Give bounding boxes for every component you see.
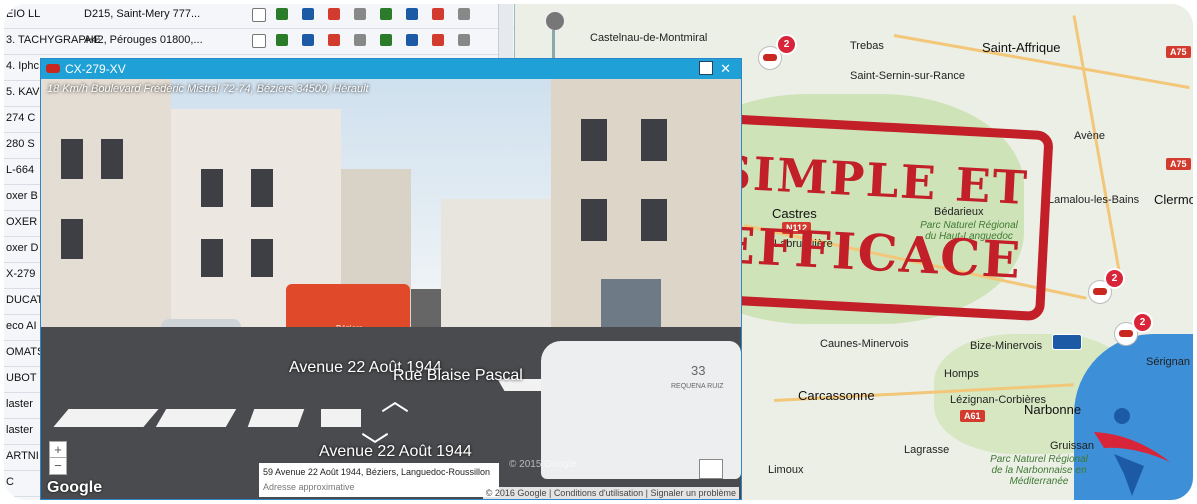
row-action-icon[interactable] — [276, 34, 288, 46]
place-label: Avène — [1074, 130, 1105, 142]
street-label-cross: Rue Blaise Pascal — [393, 367, 523, 384]
vehicle-name: oxer B — [6, 190, 38, 202]
brand-logo-icon — [1094, 408, 1170, 496]
place-label: Castelnau-de-Montmiral — [590, 32, 708, 44]
streetview-window: CX-279-XV ✕ Béziers — [40, 58, 742, 500]
row-checkbox[interactable] — [252, 8, 266, 22]
nav-arrow-forward-icon[interactable]: ︿ — [381, 379, 409, 419]
address-line: 59 Avenue 22 Août 1944, Béziers, Langued… — [263, 467, 490, 477]
vehicle-name: L-664 — [6, 164, 35, 176]
place-label: Caunes-Minervois — [820, 338, 909, 350]
vehicle-name: DUCAT — [6, 294, 44, 306]
vehicle-name: UBOT — [6, 372, 37, 384]
terms-link[interactable]: Conditions d'utilisation — [554, 488, 643, 498]
vehicle-info: 18 Km/h Boulevard Frédéric Mistral 72-74… — [47, 83, 369, 95]
road-shield: A75 — [1166, 46, 1191, 58]
pegman-icon[interactable] — [544, 10, 566, 32]
list-item[interactable]: 3. TACHYGRAPHE A42, Pérouges 01800,... — [4, 28, 514, 55]
place-label: Saint-Affrique — [982, 40, 1061, 55]
vehicle-name: 274 C — [6, 112, 36, 124]
place-label: Trebas — [850, 40, 884, 52]
row-action-icon[interactable] — [328, 34, 340, 46]
vehicle-name: 4. Iphc — [6, 60, 40, 72]
place-label: Narbonne — [1024, 402, 1082, 417]
place-label: Lamalou-les-Bains — [1048, 194, 1140, 206]
row-action-icon[interactable] — [302, 8, 314, 20]
vehicle-name: 5. KAV — [6, 86, 40, 98]
van-text: REQUENA RUIZ — [671, 383, 724, 390]
vehicle-name: laster — [6, 424, 33, 436]
car-icon — [1093, 288, 1107, 295]
street-label-bottom: Avenue 22 Août 1944 — [319, 443, 472, 460]
vehicle-name: C — [6, 476, 14, 488]
vehicle-address: A42, Pérouges 01800,... — [84, 34, 203, 46]
car-icon — [46, 64, 60, 73]
place-label: Clermont — [1154, 192, 1193, 207]
row-action-icon[interactable] — [276, 8, 288, 20]
vehicle-name: OMATS — [6, 346, 45, 358]
address-box: 59 Avenue 22 Août 1944, Béziers, Langued… — [259, 463, 499, 497]
cluster-badge: 2 — [776, 34, 797, 55]
car-icon — [1119, 330, 1133, 337]
place-label: Sérignan — [1146, 356, 1191, 368]
list-item[interactable]: EIO LL D215, Saint-Mery 777... — [4, 4, 514, 29]
place-label: Limoux — [768, 464, 804, 476]
close-icon[interactable]: ✕ — [720, 61, 731, 77]
cluster-badge: 2 — [1104, 268, 1125, 289]
vehicle-name: oxer D — [6, 242, 39, 254]
row-action-icon[interactable] — [406, 34, 418, 46]
stamp-line1: SIMPLE ET — [716, 144, 1031, 216]
vehicle-name: eco AI — [6, 320, 37, 332]
vehicle-name: EIO LL — [6, 8, 41, 20]
bus-icon[interactable] — [1052, 334, 1082, 350]
row-action-icon[interactable] — [380, 34, 392, 46]
row-action-icon[interactable] — [432, 8, 444, 20]
address-approx: Adresse approximative — [263, 482, 355, 492]
google-logo: Google — [47, 479, 103, 496]
row-checkbox[interactable] — [252, 34, 266, 48]
stamp-line2: EFFICACE — [715, 215, 1024, 290]
nav-arrow-back-icon[interactable]: ﹀ — [361, 425, 389, 465]
streetview-titlebar[interactable]: CX-279-XV ✕ — [41, 59, 741, 79]
vehicle-name: X-279 — [6, 268, 36, 280]
row-action-icon[interactable] — [328, 8, 340, 20]
vehicle-address: D215, Saint-Mery 777... — [84, 8, 201, 20]
stamp: SIMPLE ET EFFICACE — [689, 112, 1054, 322]
place-label: Homps — [944, 368, 979, 380]
van-logo: 33 — [691, 363, 706, 378]
map-footer: © 2016 Google | Conditions d'utilisation… — [482, 487, 739, 499]
vehicle-name: laster — [6, 398, 33, 410]
fullscreen-icon[interactable] — [699, 459, 723, 479]
streetview-panorama[interactable]: Béziers 33 REQUENA RUIZ 18 Km/h Boulevar… — [41, 79, 741, 499]
road-shield: A75 — [1166, 158, 1191, 170]
car-icon — [763, 54, 777, 61]
row-action-icon[interactable] — [354, 34, 366, 46]
row-action-icon[interactable] — [432, 34, 444, 46]
cluster-badge: 2 — [1132, 312, 1153, 333]
row-action-icon[interactable] — [302, 34, 314, 46]
row-action-icon[interactable] — [380, 8, 392, 20]
window-menu-icon[interactable] — [699, 61, 713, 75]
watermark: © 2015 Google — [509, 459, 577, 470]
vehicle-name: ARTNI — [6, 450, 39, 462]
road-shield: A61 — [960, 410, 985, 422]
place-label: Bize-Minervois — [970, 340, 1043, 352]
place-label: Lagrasse — [904, 444, 950, 456]
place-label: Carcassonne — [798, 388, 875, 403]
vehicle-name: 280 S — [6, 138, 35, 150]
copyright: © 2016 Google — [485, 488, 547, 498]
report-link[interactable]: Signaler un problème — [650, 488, 736, 498]
row-action-icon[interactable] — [354, 8, 366, 20]
vehicle-name: OXER — [6, 216, 38, 228]
zoom-out-button[interactable]: − — [49, 457, 67, 475]
row-action-icon[interactable] — [458, 8, 470, 20]
row-action-icon[interactable] — [406, 8, 418, 20]
screenshot-frame: Castelnau-de-Montmiral Trebas Saint-Affr… — [4, 4, 1193, 500]
row-action-icon[interactable] — [458, 34, 470, 46]
streetview-title: CX-279-XV — [65, 62, 126, 76]
place-label: Saint-Sernin-sur-Rance — [850, 70, 965, 82]
